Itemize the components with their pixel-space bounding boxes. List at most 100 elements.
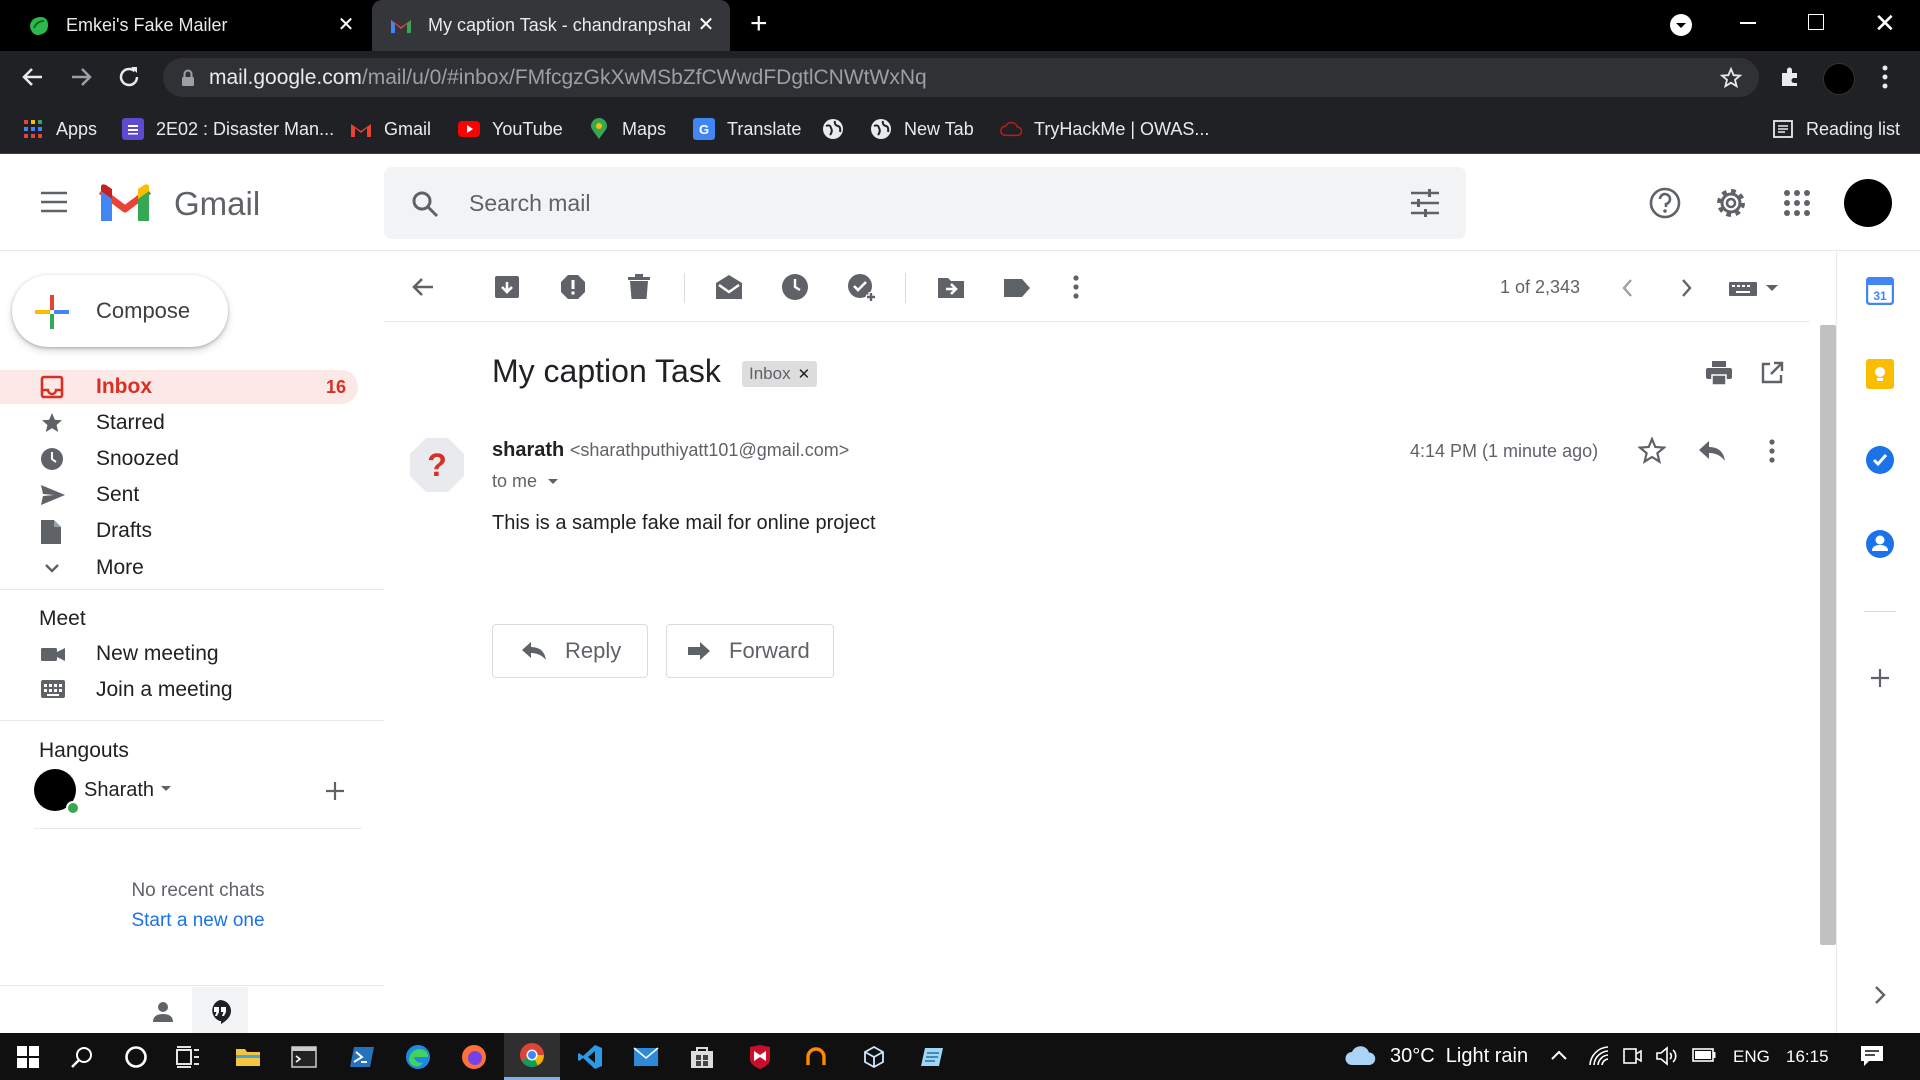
recipients-toggle[interactable]: to me bbox=[492, 471, 559, 492]
task-view-icon[interactable] bbox=[160, 1033, 216, 1080]
mail-app-icon[interactable] bbox=[618, 1033, 674, 1080]
start-new-chat-link[interactable]: Start a new one bbox=[0, 910, 396, 932]
forward-arrow-icon[interactable] bbox=[68, 64, 94, 90]
nav-item-snoozed[interactable]: Snoozed bbox=[0, 442, 360, 476]
sender-name[interactable]: sharath bbox=[492, 439, 564, 461]
input-tools-keyboard-icon[interactable] bbox=[1728, 279, 1780, 297]
newer-chevron-left-icon[interactable] bbox=[1620, 277, 1634, 299]
wifi-icon[interactable] bbox=[1588, 1045, 1610, 1067]
help-icon[interactable] bbox=[1649, 187, 1681, 219]
bookmark-globe[interactable] bbox=[822, 104, 856, 154]
message-scrollbar[interactable] bbox=[1820, 325, 1836, 945]
terminal-icon[interactable] bbox=[276, 1033, 332, 1080]
tasks-icon[interactable] bbox=[1865, 445, 1895, 475]
action-center-notification-icon[interactable] bbox=[1860, 1045, 1884, 1067]
taskbar-search-icon[interactable] bbox=[54, 1033, 110, 1080]
meet-join-meeting[interactable]: Join a meeting bbox=[0, 673, 360, 707]
star-message-icon[interactable] bbox=[1638, 437, 1666, 465]
contacts-icon[interactable] bbox=[1865, 529, 1895, 559]
mcafee-icon[interactable] bbox=[732, 1033, 788, 1080]
chrome-taskbar-icon[interactable] bbox=[504, 1033, 560, 1080]
move-to-folder-icon[interactable] bbox=[937, 274, 965, 300]
orange-app-icon[interactable] bbox=[788, 1033, 844, 1080]
new-tab-icon[interactable]: + bbox=[750, 9, 768, 39]
nav-item-more[interactable]: More bbox=[0, 551, 360, 585]
add-contact-plus-icon[interactable] bbox=[324, 780, 346, 802]
tab-search-icon[interactable] bbox=[1670, 14, 1692, 36]
3d-viewer-icon[interactable] bbox=[846, 1033, 902, 1080]
show-hidden-icons-chevron-icon[interactable] bbox=[1550, 1049, 1568, 1061]
bookmark-gmail[interactable]: Gmail bbox=[350, 104, 431, 154]
edge-browser-icon[interactable] bbox=[390, 1033, 446, 1080]
message-more-vertical-icon[interactable] bbox=[1769, 438, 1775, 464]
bookmark-youtube[interactable]: YouTube bbox=[458, 104, 563, 154]
mark-unread-icon[interactable] bbox=[715, 273, 743, 301]
firefox-icon[interactable] bbox=[446, 1033, 502, 1080]
gmail-logo-icon[interactable] bbox=[98, 183, 152, 223]
bookmark-star-icon[interactable] bbox=[1719, 66, 1743, 90]
powershell-icon[interactable] bbox=[334, 1033, 390, 1080]
microsoft-store-icon[interactable] bbox=[674, 1033, 730, 1080]
calendar-icon[interactable]: 31 bbox=[1866, 277, 1894, 305]
remove-label-close-icon[interactable]: ✕ bbox=[798, 365, 811, 383]
minimize-window-icon[interactable] bbox=[1740, 22, 1756, 24]
volume-icon[interactable] bbox=[1655, 1045, 1679, 1067]
search-box[interactable]: Search mail bbox=[384, 167, 1466, 239]
bookmark-tryhackme[interactable]: TryHackMe | OWAS... bbox=[1000, 104, 1209, 154]
bookmark-apps[interactable]: Apps bbox=[22, 104, 97, 154]
hide-side-panel-chevron-icon[interactable] bbox=[1874, 985, 1886, 1005]
meet-new-meeting[interactable]: New meeting bbox=[0, 637, 360, 671]
close-tab-icon[interactable]: ✕ bbox=[336, 15, 356, 35]
bookmark-maps[interactable]: Maps bbox=[588, 104, 666, 154]
bookmark-new-tab[interactable]: New Tab bbox=[870, 104, 974, 154]
contacts-person-icon[interactable] bbox=[152, 1001, 174, 1023]
inbox-label-chip[interactable]: Inbox ✕ bbox=[742, 361, 818, 387]
tab-fake-mailer[interactable]: Emkei's Fake Mailer ✕ bbox=[0, 0, 370, 51]
hangouts-tab[interactable] bbox=[192, 987, 248, 1033]
battery-icon[interactable] bbox=[1692, 1047, 1716, 1063]
nav-item-inbox[interactable]: Inbox 16 bbox=[0, 370, 358, 404]
compose-button[interactable]: Compose bbox=[12, 275, 228, 347]
delete-trash-icon[interactable] bbox=[628, 274, 650, 300]
cortana-circle-icon[interactable] bbox=[108, 1033, 164, 1080]
label-tag-icon[interactable] bbox=[1003, 277, 1031, 299]
search-icon[interactable] bbox=[411, 190, 439, 218]
keep-notes-icon[interactable] bbox=[1866, 359, 1894, 389]
snooze-clock-icon[interactable] bbox=[781, 273, 809, 301]
chrome-menu-icon[interactable] bbox=[1882, 64, 1888, 90]
add-to-tasks-icon[interactable] bbox=[847, 273, 877, 303]
start-windows-icon[interactable] bbox=[0, 1033, 56, 1080]
profile-avatar[interactable] bbox=[1823, 63, 1855, 95]
search-input-placeholder[interactable]: Search mail bbox=[469, 190, 590, 217]
system-clock[interactable]: 16:15 bbox=[1786, 1047, 1829, 1067]
reload-icon[interactable] bbox=[116, 64, 142, 90]
reply-arrow-icon[interactable] bbox=[1698, 440, 1726, 462]
older-chevron-right-icon[interactable] bbox=[1680, 277, 1694, 299]
vscode-icon[interactable] bbox=[562, 1033, 618, 1080]
nav-item-sent[interactable]: Sent bbox=[0, 478, 360, 512]
settings-gear-icon[interactable] bbox=[1714, 186, 1748, 220]
search-options-icon[interactable] bbox=[1410, 189, 1440, 217]
back-arrow-icon[interactable] bbox=[20, 64, 46, 90]
back-to-inbox-arrow-icon[interactable] bbox=[410, 274, 436, 300]
report-spam-icon[interactable] bbox=[560, 274, 586, 300]
extensions-puzzle-icon[interactable] bbox=[1778, 65, 1802, 89]
weather-text[interactable]: 30°C Light rain bbox=[1390, 1045, 1528, 1068]
weather-cloud-icon[interactable] bbox=[1344, 1043, 1376, 1067]
bookmark-translate[interactable]: G Translate bbox=[693, 104, 801, 154]
address-bar[interactable]: mail.google.com /mail/u/0/#inbox/FMfcgzG… bbox=[163, 58, 1759, 97]
google-apps-icon[interactable] bbox=[1784, 190, 1810, 216]
reading-list-button[interactable]: Reading list bbox=[1772, 104, 1900, 154]
hangouts-user[interactable]: Sharath bbox=[34, 769, 194, 815]
meet-now-icon[interactable] bbox=[1622, 1045, 1642, 1067]
notepad-app-icon[interactable] bbox=[904, 1033, 960, 1080]
open-in-new-window-icon[interactable] bbox=[1760, 361, 1784, 385]
reply-button[interactable]: Reply bbox=[492, 624, 648, 678]
main-menu-icon[interactable] bbox=[40, 191, 68, 213]
nav-item-drafts[interactable]: Drafts bbox=[0, 514, 360, 548]
archive-icon[interactable] bbox=[494, 274, 520, 300]
nav-item-starred[interactable]: Starred bbox=[0, 406, 360, 440]
close-window-icon[interactable]: ✕ bbox=[1874, 8, 1896, 39]
print-icon[interactable] bbox=[1706, 361, 1732, 385]
forward-button[interactable]: Forward bbox=[666, 624, 834, 678]
